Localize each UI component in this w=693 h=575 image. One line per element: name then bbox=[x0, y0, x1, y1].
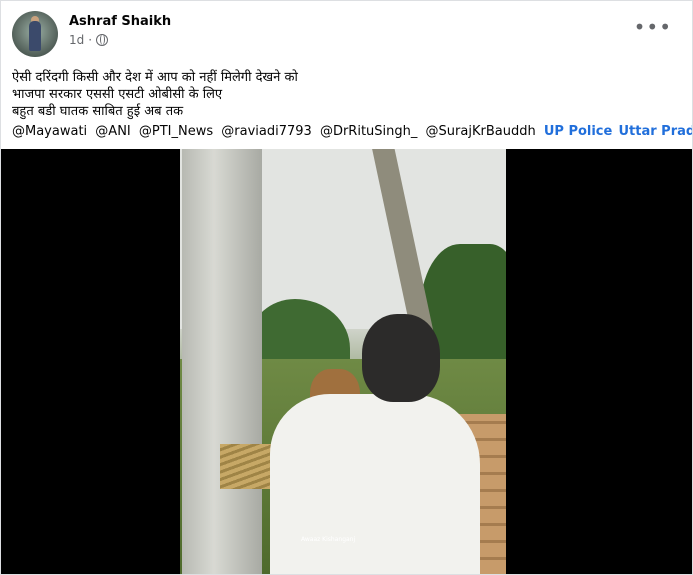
page-link-up-police[interactable]: UP Police bbox=[544, 124, 613, 139]
mention-tag[interactable]: @Mayawati bbox=[12, 124, 87, 139]
meta-separator: · bbox=[88, 33, 93, 47]
video-person-head bbox=[362, 314, 440, 402]
post-card: Ashraf Shaikh 1d · ••• ऐसी दरिंदगी किसी … bbox=[0, 0, 693, 575]
post-text-line: बहुत बडी घातक साबित हुई अब तक bbox=[12, 104, 184, 119]
post-meta: 1d · bbox=[69, 33, 109, 47]
video-player[interactable]: Awaaz Kishanganj bbox=[1, 149, 692, 574]
post-time[interactable]: 1d bbox=[69, 33, 84, 47]
post-text: ऐसी दरिंदगी किसी और देश में आप को नहीं म… bbox=[12, 69, 692, 140]
mention-tag[interactable]: @ANI bbox=[95, 124, 130, 139]
post-header: Ashraf Shaikh 1d · ••• bbox=[12, 11, 682, 59]
globe-icon[interactable] bbox=[96, 34, 109, 46]
video-person-white-shirt bbox=[270, 394, 480, 574]
author-name[interactable]: Ashraf Shaikh bbox=[69, 14, 171, 29]
avatar[interactable] bbox=[12, 11, 58, 57]
video-watermark: Awaaz Kishanganj bbox=[301, 536, 356, 543]
mention-tag[interactable]: @raviadi7793 bbox=[221, 124, 312, 139]
mention-tag[interactable]: @DrRituSingh_ bbox=[320, 124, 417, 139]
mention-tag[interactable]: @SurajKrBauddh bbox=[426, 124, 536, 139]
avatar-figure bbox=[29, 21, 41, 51]
mentions-row: @Mayawati @ANI @PTI_News @raviadi7793 @D… bbox=[12, 123, 692, 140]
video-frame[interactable]: Awaaz Kishanganj bbox=[180, 149, 506, 574]
more-options-button[interactable]: ••• bbox=[634, 17, 672, 37]
post-text-line: ऐसी दरिंदगी किसी और देश में आप को नहीं म… bbox=[12, 70, 298, 85]
mention-tag[interactable]: @PTI_News bbox=[139, 124, 213, 139]
video-pole bbox=[182, 149, 262, 574]
page-link-uttar-pradesh-police[interactable]: Uttar Pradesh Police bbox=[618, 124, 692, 139]
post-text-line: भाजपा सरकार एससी एसटी ओबीसी के लिए bbox=[12, 87, 223, 102]
